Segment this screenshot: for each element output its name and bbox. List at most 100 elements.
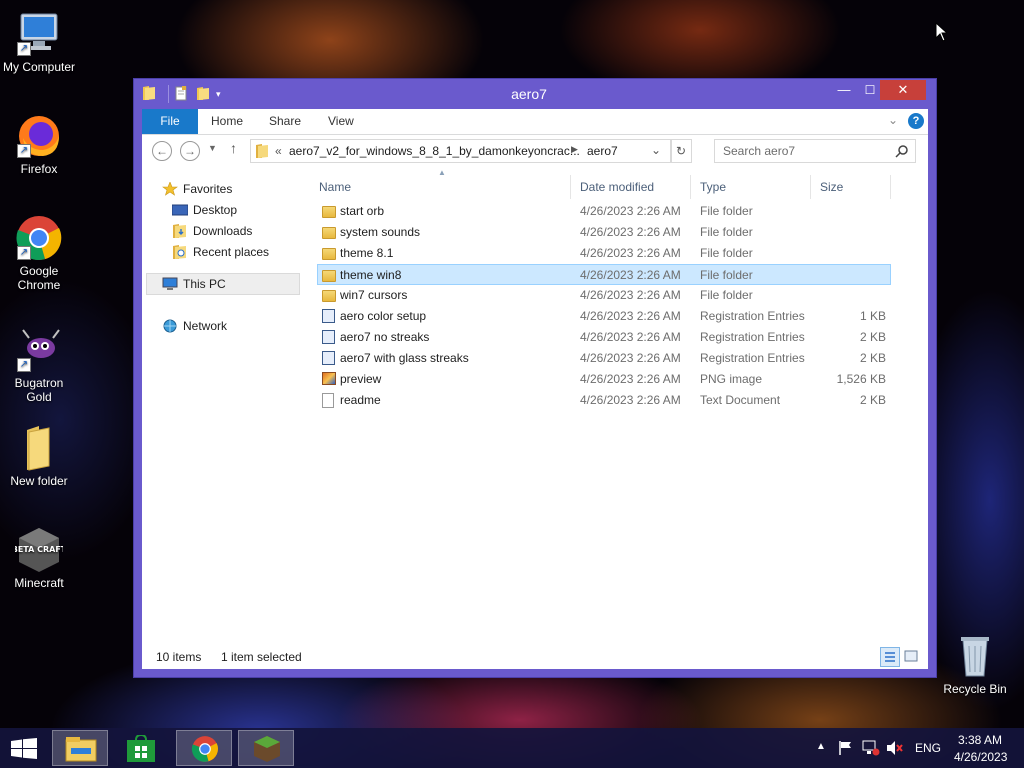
file-row[interactable]: aero7 with glass streaks 4/26/2023 2:26 … (318, 348, 890, 368)
image-file-icon (322, 372, 336, 385)
close-button[interactable]: ✕ (880, 80, 926, 100)
large-icons-view-button[interactable] (902, 647, 920, 665)
column-divider[interactable] (890, 175, 891, 199)
nav-recent-places[interactable]: Recent places (172, 242, 269, 262)
search-icon[interactable] (895, 144, 909, 158)
file-date: 4/26/2023 2:26 AM (580, 288, 681, 302)
back-button[interactable]: ← (152, 141, 172, 161)
network-status-icon[interactable] (862, 740, 880, 756)
file-date: 4/26/2023 2:26 AM (580, 246, 681, 260)
chevron-right-icon[interactable]: ▶ (571, 144, 578, 155)
clock-time[interactable]: 3:38 AM (958, 733, 1002, 747)
shortcut-arrow-icon: ↗ (17, 358, 31, 372)
desktop-icon-minecraft[interactable]: BETA CRAFT Minecraft (1, 526, 77, 590)
file-type: File folder (700, 288, 753, 302)
file-row[interactable]: readme 4/26/2023 2:26 AM Text Document 2… (318, 390, 890, 410)
minecraft-icon: BETA CRAFT (12, 526, 67, 574)
minimize-button[interactable]: — (834, 80, 854, 100)
tab-home[interactable]: Home (211, 109, 243, 134)
file-date: 4/26/2023 2:26 AM (580, 351, 681, 365)
column-header-name[interactable]: Name (319, 180, 351, 196)
file-row[interactable]: start orb 4/26/2023 2:26 AM File folder (318, 201, 890, 221)
text-file-icon (322, 393, 334, 408)
input-language[interactable]: ENG (915, 741, 941, 755)
nav-desktop-label: Desktop (193, 203, 238, 217)
start-button[interactable] (0, 730, 48, 766)
file-date: 4/26/2023 2:26 AM (580, 204, 681, 218)
tab-file[interactable]: File (142, 109, 198, 134)
address-overflow-icon[interactable]: « (275, 144, 282, 158)
show-hidden-icons-icon[interactable]: ▲ (816, 741, 826, 752)
desktop-icon-label: Minecraft (14, 576, 64, 590)
taskbar-file-explorer[interactable] (52, 730, 108, 766)
column-header-date-modified[interactable]: Date modified (580, 180, 654, 196)
nav-desktop[interactable]: Desktop (171, 200, 238, 220)
file-date: 4/26/2023 2:26 AM (580, 309, 681, 323)
explorer-window[interactable]: ▾ aero7 — ☐ ✕ File Home Share View ⌄ ? ←… (133, 78, 937, 678)
minecraft-icon (254, 736, 280, 762)
tab-view[interactable]: View (328, 109, 354, 134)
column-header-type[interactable]: Type (700, 180, 726, 196)
address-bar[interactable]: « aero7_v2_for_windows_8_8_1_by_damonkey… (250, 139, 672, 163)
taskbar-chrome[interactable] (176, 730, 232, 766)
nav-network[interactable]: Network (162, 316, 227, 336)
folder-icon (322, 270, 336, 282)
file-row[interactable]: aero color setup 4/26/2023 2:26 AM Regis… (318, 306, 890, 326)
details-view-icon (885, 652, 895, 662)
taskbar-store[interactable] (114, 730, 170, 766)
up-button[interactable]: ↑ (230, 140, 237, 156)
nav-this-pc[interactable]: This PC (162, 274, 226, 294)
file-date: 4/26/2023 2:26 AM (580, 393, 681, 407)
column-header-size[interactable]: Size (820, 180, 843, 196)
chrome-icon (191, 736, 218, 762)
help-icon[interactable]: ? (908, 113, 924, 129)
file-row[interactable]: theme 8.1 4/26/2023 2:26 AM File folder (318, 243, 890, 263)
file-row[interactable]: system sounds 4/26/2023 2:26 AM File fol… (318, 222, 890, 242)
nav-network-label: Network (183, 319, 228, 333)
maximize-button[interactable]: ☐ (860, 80, 880, 100)
address-segment-parent[interactable]: aero7_v2_for_windows_8_8_1_by_damonkeyon… (289, 144, 580, 158)
desktop-icon-new-folder[interactable]: New folder (1, 424, 77, 488)
address-segment-current[interactable]: aero7 (587, 144, 618, 158)
column-divider[interactable] (690, 175, 691, 199)
volume-muted-icon[interactable] (886, 740, 904, 756)
column-divider[interactable] (570, 175, 571, 199)
file-explorer-icon (65, 737, 97, 762)
details-view-button[interactable] (880, 647, 900, 667)
navigation-pane: Favorites Desktop Downloads Recent place… (142, 167, 302, 645)
clock-date[interactable]: 4/26/2023 (954, 750, 1007, 764)
firefox-icon: ↗ (15, 112, 63, 160)
desktop-icon-chrome[interactable]: ↗ Google Chrome (1, 214, 77, 292)
refresh-button[interactable]: ↻ (670, 139, 692, 163)
search-input[interactable]: Search aero7 (723, 144, 795, 158)
registry-file-icon (322, 330, 335, 344)
recent-locations-icon[interactable]: ▼ (208, 143, 217, 153)
nav-this-pc-label: This PC (183, 277, 226, 291)
downloads-folder-icon (172, 223, 188, 238)
ribbon-expand-icon[interactable]: ⌄ (888, 113, 898, 127)
store-icon (127, 735, 155, 762)
column-divider[interactable] (810, 175, 811, 199)
action-center-flag-icon[interactable] (838, 740, 854, 756)
desktop-icon-firefox[interactable]: ↗ Firefox (1, 112, 77, 176)
desktop-icon-my-computer[interactable]: ↗ My Computer (1, 10, 77, 74)
file-name: preview (340, 372, 382, 386)
file-row[interactable]: win7 cursors 4/26/2023 2:26 AM File fold… (318, 285, 890, 305)
address-dropdown-icon[interactable]: ⌄ (651, 143, 661, 157)
nav-downloads[interactable]: Downloads (172, 221, 252, 241)
title-bar[interactable]: ▾ aero7 — ☐ ✕ (134, 79, 936, 109)
file-size: 1,526 KB (836, 372, 886, 386)
forward-button[interactable]: → (180, 141, 200, 161)
file-list: ▲ Name Date modified Type Size start orb… (314, 167, 928, 645)
nav-favorites[interactable]: Favorites (162, 179, 232, 199)
taskbar-minecraft[interactable] (238, 730, 294, 766)
desktop-icon-bugatron[interactable]: ↗ Bugatron Gold (1, 326, 77, 404)
search-box[interactable]: Search aero7 (714, 139, 916, 163)
navigation-bar: ← → ▼ ↑ « aero7_v2_for_windows_8_8_1_by_… (142, 135, 928, 167)
file-row[interactable]: aero7 no streaks 4/26/2023 2:26 AM Regis… (318, 327, 890, 347)
tab-share[interactable]: Share (269, 109, 301, 134)
desktop-icon-recycle-bin[interactable]: Recycle Bin (937, 632, 1013, 696)
desktop-icon-label: Bugatron Gold (14, 376, 64, 404)
file-row-selected[interactable]: theme win8 4/26/2023 2:26 AM File folder (317, 264, 891, 285)
file-row[interactable]: preview 4/26/2023 2:26 AM PNG image 1,52… (318, 369, 890, 389)
